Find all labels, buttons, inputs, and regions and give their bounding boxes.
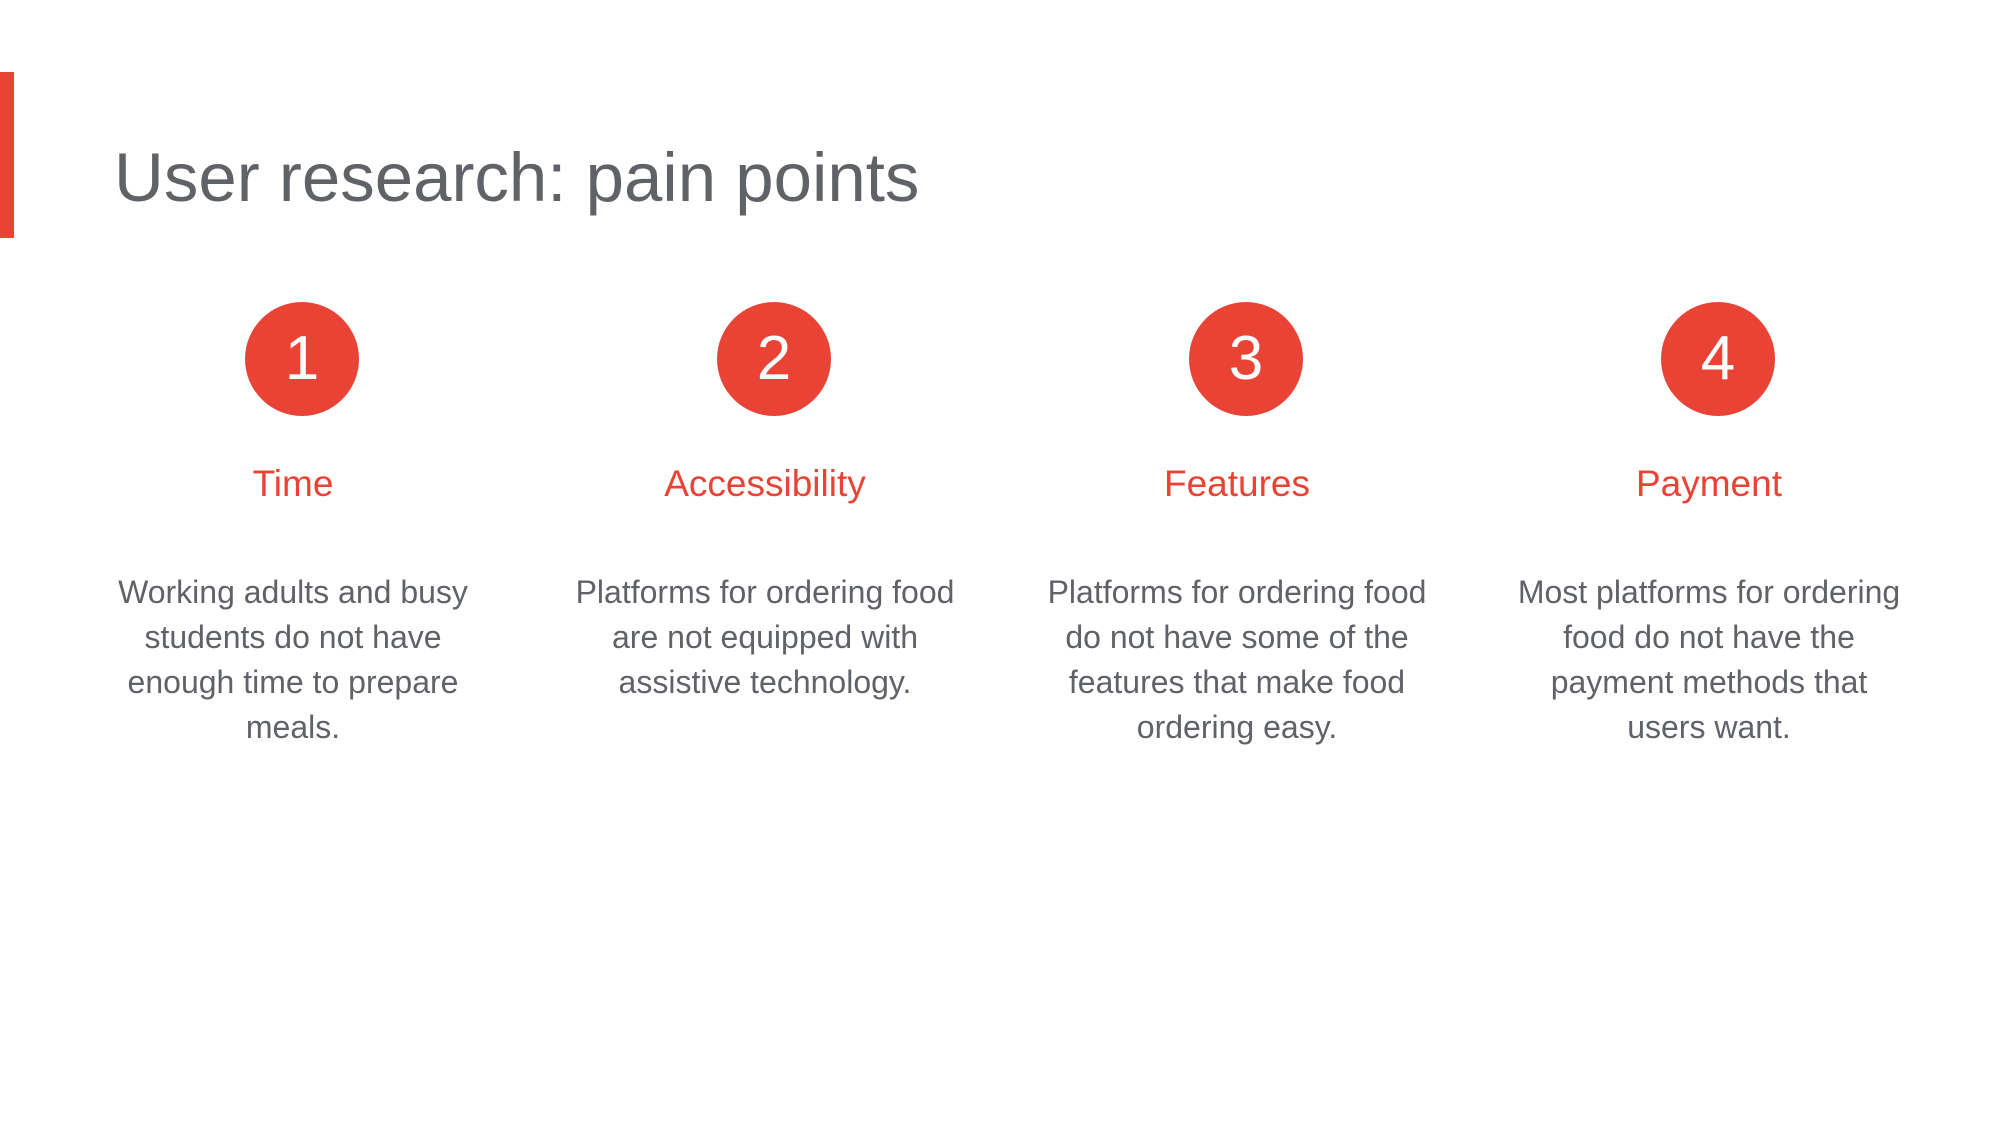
accent-bar <box>0 72 14 238</box>
pain-point-description: Platforms for ordering food do not have … <box>1047 574 1427 745</box>
pain-point-payment: 4 Payment Most platforms for ordering fo… <box>1499 302 1919 750</box>
pain-point-heading: Time <box>252 463 334 504</box>
pain-point-description: Working adults and busy students do not … <box>118 574 468 745</box>
number-badge: 2 <box>717 302 831 416</box>
pain-points-list: 1 Time Working adults and busy students … <box>0 302 2000 902</box>
pain-point-heading: Features <box>1163 463 1310 504</box>
pain-point-description: Platforms for ordering food are not equi… <box>575 574 955 700</box>
pain-point-heading: Payment <box>1635 463 1782 504</box>
number-badge: 4 <box>1661 302 1775 416</box>
pain-point-accessibility: 2 Accessibility Platforms for ordering f… <box>555 302 975 705</box>
number-badge: 1 <box>245 302 359 416</box>
pain-point-features: 3 Features Platforms for ordering food d… <box>1027 302 1447 750</box>
number-badge: 3 <box>1189 302 1303 416</box>
slide-title: User research: pain points <box>114 139 920 216</box>
pain-point-heading: Accessibility <box>664 463 866 504</box>
pain-point-description: Most platforms for ordering food do not … <box>1517 574 1901 745</box>
pain-point-time: 1 Time Working adults and busy students … <box>83 302 503 750</box>
slide: User research: pain points 1 Time Workin… <box>0 0 2000 1125</box>
